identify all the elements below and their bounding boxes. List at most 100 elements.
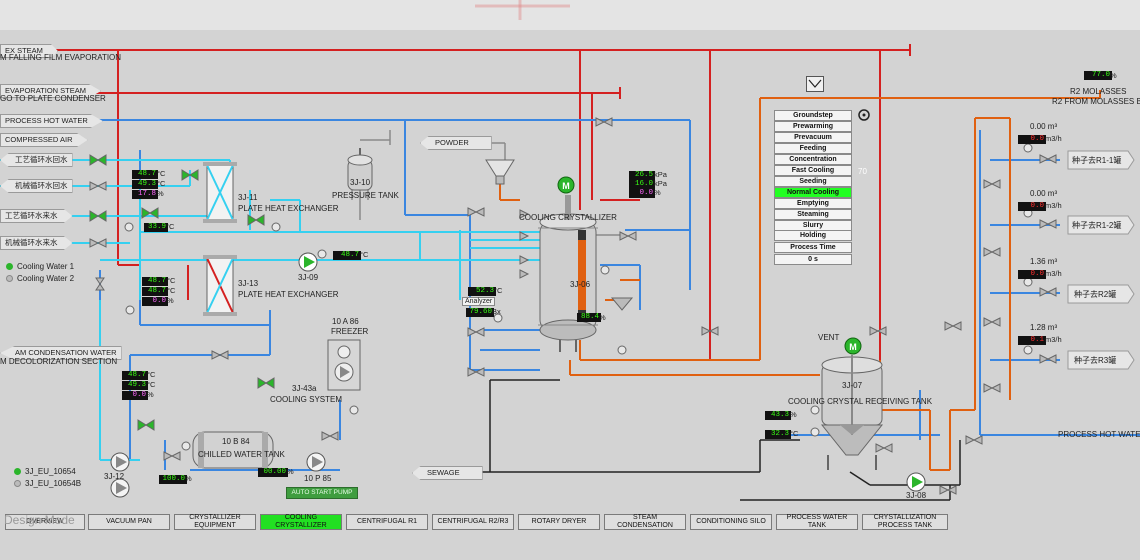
- he2-percent: 0.0: [142, 297, 168, 306]
- he1-valve-value: 33.9: [144, 223, 168, 232]
- he2-temp-2: 48.7: [142, 287, 168, 296]
- cw-return1-label: 工艺循环水回水: [15, 155, 68, 164]
- outlet-2-total: 0.00 m³: [1030, 189, 1058, 198]
- legend-cooling-water-2[interactable]: Cooling Water 2: [6, 274, 74, 283]
- nav-crystallization-process-tank[interactable]: CRYSTALLIZATION PROCESS TANK: [862, 514, 948, 530]
- plate-heat-exchanger-1: [203, 162, 237, 223]
- analyzer-label[interactable]: Analyzer: [462, 297, 496, 306]
- recv-percent: 43.3: [765, 411, 791, 420]
- he1-percent: 17.8: [132, 190, 158, 199]
- step-item-seeding[interactable]: Seeding: [774, 176, 852, 187]
- unit-degc: °C: [157, 179, 166, 188]
- nav-centrifugal-r1[interactable]: CENTRIFUGAL R1: [346, 514, 428, 530]
- unit-degc: °C: [157, 169, 166, 178]
- unit-degc: °C: [360, 250, 369, 259]
- powder-hopper: [485, 159, 515, 185]
- chilled-level: 00.00: [258, 468, 288, 477]
- outlet-3-flow: 0.0: [1018, 270, 1046, 279]
- cw-return-1: 工艺循环水回水: [0, 153, 73, 167]
- step-process-time: Process Time: [774, 242, 852, 253]
- unit-percent: %: [654, 188, 661, 197]
- decolorization-label: M DECOLORIZATION SECTION: [0, 357, 118, 366]
- receiving-tank-name: COOLING CRYSTAL RECEIVING TANK: [788, 397, 933, 406]
- hmi-screen: M M EX STEAM M FALLING FILM EVAPORATION …: [0, 0, 1140, 560]
- nav-rotary-dryer[interactable]: ROTARY DRYER: [518, 514, 600, 530]
- crystallizer-name: COOLING CRYSTALLIZER: [519, 213, 617, 222]
- legend-eu-10654b[interactable]: 3J_EU_10654B: [14, 479, 81, 488]
- step-holding[interactable]: Holding: [774, 230, 852, 241]
- pump-10-p-85: [306, 452, 326, 472]
- unit-m3h: m3/h: [1045, 335, 1062, 344]
- green-dot-icon: [6, 263, 13, 271]
- step-item-prevacuum[interactable]: Prevacuum: [774, 132, 852, 143]
- condensation-water-label: AM CONDENSATION WATER: [15, 348, 117, 357]
- source-compressed-air: COMPRESSED AIR: [0, 133, 88, 147]
- chilled-percent: 100.0: [159, 475, 187, 484]
- cryst-percent: 0.0: [629, 189, 655, 198]
- outlet-2-label[interactable]: 种子去R1-2罐: [1072, 220, 1121, 231]
- step-item-emptying[interactable]: Emptying: [774, 198, 852, 209]
- outlet-4-label[interactable]: 种子去R3罐: [1074, 355, 1116, 366]
- he1-temp-1: 48.7: [132, 170, 158, 179]
- cw-supply1-label: 工艺循环水来水: [5, 211, 58, 220]
- unit-m3h: m3/h: [1045, 201, 1062, 210]
- step-item-steaming[interactable]: Steaming: [774, 209, 852, 220]
- molasses-percent: 77.0: [1084, 71, 1112, 80]
- step-item-prewarming[interactable]: Prewarming: [774, 121, 852, 132]
- step-item-feeding[interactable]: Feeding: [774, 143, 852, 154]
- cw-return2-label: 机械循环水回水: [15, 181, 68, 190]
- freezer-name: FREEZER: [331, 327, 369, 336]
- nav-process-water-tank[interactable]: PROCESS WATER TANK: [776, 514, 858, 530]
- nav-vacuum-pan[interactable]: VACUUM PAN: [88, 514, 170, 530]
- outlet-1-flow: 0.0: [1018, 135, 1046, 144]
- cryst-level: 88.4: [577, 313, 601, 322]
- unit-percent: %: [599, 313, 606, 322]
- unit-m3h: m3/h: [1045, 134, 1062, 143]
- legend-cooling-water-1[interactable]: Cooling Water 1: [6, 262, 74, 271]
- cw-return-2: 机械循环水回水: [0, 179, 73, 193]
- legend-eu-10654[interactable]: 3J_EU_10654: [14, 467, 76, 476]
- nav-centrifugal-r2-r3[interactable]: CENTRIFUGAL R2/R3: [432, 514, 514, 530]
- outlet-1-label[interactable]: 种子去R1-1罐: [1072, 155, 1121, 166]
- spin-icon: [858, 109, 870, 121]
- unit-percent: %: [287, 467, 294, 476]
- nav-steam-condensation[interactable]: STEAM CONDENSATION: [604, 514, 686, 530]
- unit-degc: °C: [166, 222, 175, 231]
- chilled-tank-code: 10 B 84: [222, 437, 250, 446]
- unit-degc: °C: [790, 429, 799, 438]
- pump12-code: 3J-12: [104, 472, 125, 481]
- step-item-concentration[interactable]: Concentration: [774, 154, 852, 165]
- step-item-normal-cooling[interactable]: Normal Cooling: [774, 187, 852, 198]
- outlet-1-total: 0.00 m³: [1030, 122, 1058, 131]
- r2-from-molasses-label: R2 FROM MOLASSES BOX: [1052, 97, 1140, 106]
- pump85-code: 10 P 85: [304, 474, 332, 483]
- pump-3j-09: [298, 252, 318, 272]
- auto-start-pump-button[interactable]: AUTO START PUMP: [286, 487, 358, 499]
- unit-percent: %: [185, 474, 192, 483]
- outlet-3-total: 1.36 m³: [1030, 257, 1058, 266]
- step-item-fast-cooling[interactable]: Fast Cooling: [774, 165, 852, 176]
- nav-cooling-crystallizer[interactable]: COOLING CRYSTALLIZER: [260, 514, 342, 530]
- receiving-motor: M: [844, 337, 862, 355]
- outlet-4-flow: 0.1: [1018, 336, 1046, 345]
- unit-percent: %: [1110, 71, 1117, 80]
- unit-percent: %: [147, 390, 154, 399]
- crystallizer-code: 3J-06: [570, 280, 591, 289]
- trend-chart-button[interactable]: [806, 76, 824, 92]
- he1-name: PLATE HEAT EXCHANGER: [238, 204, 339, 213]
- step-time-value: 0 s: [774, 254, 852, 265]
- eu-10654-label: 3J_EU_10654: [25, 467, 76, 476]
- step-header: Groundstep: [774, 110, 852, 121]
- pump08-code: 3J-08: [906, 491, 927, 500]
- recv-temperature: 32.3: [765, 430, 791, 439]
- cs-temp-1: 48.7: [122, 371, 148, 380]
- outlet-3-label[interactable]: 种子去R2罐: [1074, 289, 1116, 300]
- he2-code: 3J-13: [238, 279, 259, 288]
- nav-crystallizer-equipment[interactable]: CRYSTALLIZER EQUIPMENT: [174, 514, 256, 530]
- nav-conditioning-silo[interactable]: CONDITIONING SILO: [690, 514, 772, 530]
- cw-supply-1: 工艺循环水来水: [0, 209, 73, 223]
- outlet-4-total: 1.28 m³: [1030, 323, 1058, 332]
- receiving-tank-code: 3J-07: [842, 381, 863, 390]
- powder-label: POWDER: [435, 138, 469, 147]
- unit-percent: %: [167, 296, 174, 305]
